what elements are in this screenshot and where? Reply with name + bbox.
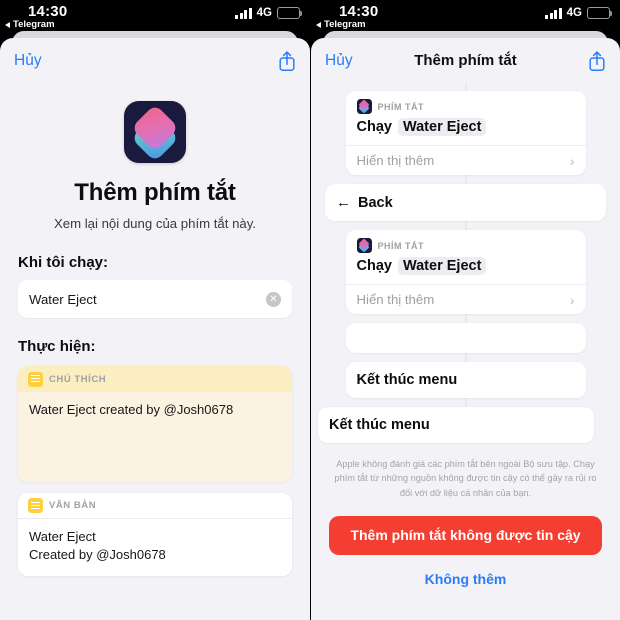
show-more-row[interactable]: Hiển thị thêm ›: [345, 145, 586, 175]
modal-sheet-right: Hủy Thêm phím tắt PHÍM TẮT Chạy Water Ej…: [311, 38, 620, 620]
text-card-body: Water Eject Created by @Josh0678: [18, 519, 292, 576]
modal-sheet-left: Hủy Thêm phím tắt Xem lại nội dung của p…: [0, 38, 310, 620]
page-subtitle: Xem lại nội dung của phím tắt này.: [53, 216, 257, 231]
status-back-label: Telegram: [13, 19, 55, 30]
left-content: Thêm phím tắt Xem lại nội dung của phím …: [0, 101, 310, 576]
shortcut-name-input[interactable]: Water Eject ✕: [18, 280, 292, 318]
left-screen: 14:30 Telegram 4G Hủy Thêm phím tắt Xem …: [0, 0, 310, 620]
action-card-empty-body: [346, 323, 586, 353]
show-more-label: Hiển thị thêm: [356, 153, 435, 168]
show-more-label: Hiển thị thêm: [356, 292, 435, 307]
document-icon: [28, 371, 43, 387]
action-card-label: PHÍM TẮT: [377, 240, 424, 251]
status-time: 14:30: [28, 3, 68, 20]
trust-disclaimer: Apple không đánh giá các phím tắt bên ng…: [334, 459, 597, 498]
right-screen: 14:30 Telegram 4G Hủy Thêm phím tắt PHÍM…: [310, 0, 620, 620]
text-card-header: VĂN BẢN: [18, 493, 292, 519]
action-card-header: PHÍM TẮT: [346, 230, 586, 253]
clear-field-icon[interactable]: ✕: [266, 291, 281, 307]
show-more-row[interactable]: Hiển thị thêm ›: [345, 284, 586, 314]
back-row: ← Back: [325, 184, 606, 221]
action-parameter-pill[interactable]: Water Eject: [397, 118, 487, 136]
comment-card-label: CHÚ THÍCH: [49, 373, 107, 385]
signal-bars-icon: [235, 7, 252, 19]
triangle-left-icon: [5, 21, 10, 28]
do-section-label: Thực hiện:: [18, 338, 96, 355]
action-card-back[interactable]: ← Back: [325, 184, 606, 221]
add-untrusted-shortcut-button[interactable]: Thêm phím tắt không được tin cậy: [329, 515, 602, 555]
dual-screenshot: 14:30 Telegram 4G Hủy Thêm phím tắt Xem …: [0, 0, 620, 620]
action-card-main: Chạy Water Eject: [346, 253, 586, 284]
action-verb: Chạy: [356, 119, 392, 135]
comment-card-header: CHÚ THÍCH: [18, 366, 292, 392]
action-verb: Chạy: [356, 258, 392, 274]
chevron-right-icon: ›: [569, 152, 575, 169]
action-card-run-shortcut-2[interactable]: PHÍM TẮT Chạy Water Eject Hiển thị thêm …: [345, 230, 586, 314]
action-parameter-pill[interactable]: Water Eject: [397, 257, 487, 275]
share-icon[interactable]: [278, 50, 296, 72]
action-card-header: PHÍM TẮT: [346, 91, 586, 114]
chevron-right-icon: ›: [569, 291, 575, 308]
battery-low-power-icon: [277, 7, 303, 19]
nav-title: Thêm phím tắt: [414, 52, 517, 69]
comment-card[interactable]: CHÚ THÍCH Water Eject created by @Josh06…: [18, 366, 292, 482]
run-section-label: Khi tôi chạy:: [18, 254, 109, 271]
cancel-button[interactable]: Hủy: [325, 52, 353, 70]
end-menu-label: Kết thúc menu: [329, 417, 430, 433]
shortcut-name-value: Water Eject: [29, 291, 97, 307]
status-back-label: Telegram: [324, 19, 366, 30]
do-not-add-button[interactable]: Không thêm: [311, 571, 620, 587]
triangle-left-icon: [316, 21, 321, 28]
nav-bar-left: Hủy: [0, 38, 310, 83]
action-card-run-shortcut-1[interactable]: PHÍM TẮT Chạy Water Eject Hiển thị thêm …: [345, 91, 586, 175]
arrow-left-icon: ←: [336, 194, 351, 211]
shortcuts-app-icon: [356, 238, 372, 253]
status-time: 14:30: [339, 3, 379, 20]
action-card-main: Chạy Water Eject: [346, 114, 586, 145]
cancel-button[interactable]: Hủy: [14, 52, 42, 70]
status-back-to-app[interactable]: Telegram: [316, 19, 366, 30]
text-card-label: VĂN BẢN: [49, 500, 97, 511]
status-indicators: 4G: [545, 7, 613, 19]
share-icon[interactable]: [588, 50, 606, 72]
back-label: Back: [358, 194, 393, 211]
action-card-label: PHÍM TẮT: [377, 101, 424, 112]
action-card-end-menu-2[interactable]: Kết thúc menu: [318, 407, 594, 443]
document-icon: [28, 498, 43, 513]
page-title: Thêm phím tắt: [74, 179, 236, 206]
signal-bars-icon: [545, 7, 562, 19]
end-menu-label: Kết thúc menu: [356, 372, 458, 388]
text-card[interactable]: VĂN BẢN Water Eject Created by @Josh0678: [18, 493, 292, 576]
action-card-end-menu-1[interactable]: Kết thúc menu: [345, 362, 586, 398]
network-label: 4G: [566, 7, 582, 19]
comment-card-body: Water Eject created by @Josh0678: [18, 392, 292, 482]
text-card-line-1: Water Eject: [29, 529, 96, 544]
action-flow-list: PHÍM TẮT Chạy Water Eject Hiển thị thêm …: [311, 83, 620, 443]
text-card-line-2: Created by @Josh0678: [29, 546, 166, 562]
action-card-empty[interactable]: [345, 323, 586, 353]
battery-low-power-icon: [587, 7, 613, 19]
shortcuts-app-icon: [124, 101, 186, 163]
nav-bar-right: Hủy Thêm phím tắt: [311, 38, 620, 83]
network-label: 4G: [256, 7, 272, 19]
status-back-to-app[interactable]: Telegram: [5, 19, 55, 30]
status-indicators: 4G: [235, 7, 303, 19]
shortcuts-app-icon: [356, 99, 372, 114]
